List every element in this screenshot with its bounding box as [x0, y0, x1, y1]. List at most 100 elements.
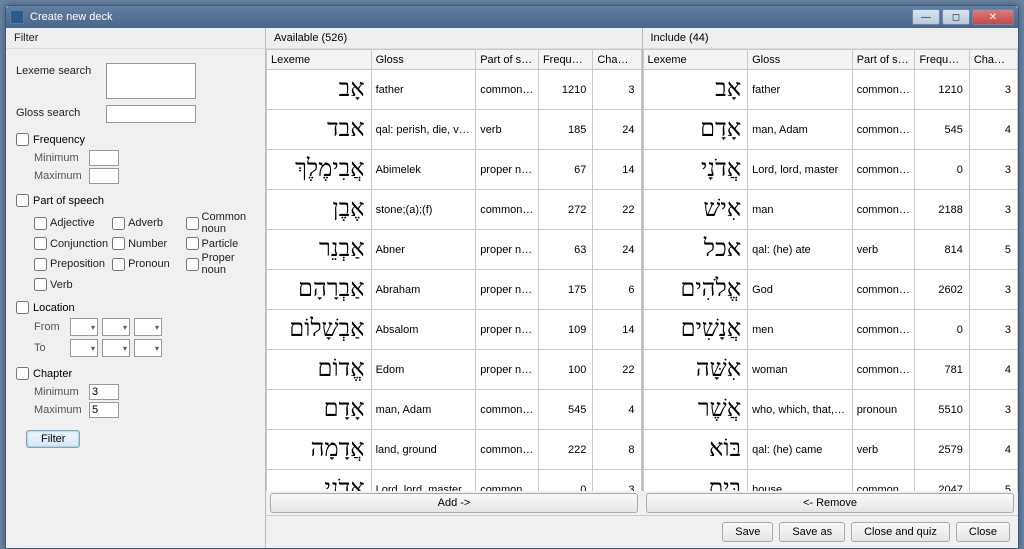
chapter-checkbox[interactable]	[16, 367, 29, 380]
cell-chapter: 3	[969, 310, 1017, 350]
cell-chapter: 3	[969, 390, 1017, 430]
save-button[interactable]: Save	[722, 522, 773, 542]
cell-pos: common noun	[852, 70, 915, 110]
table-row[interactable]: אִישׁmancommon noun21883	[643, 190, 1018, 230]
table-row[interactable]: אֲדֹנָיLord, lord, mastercommon no...03	[267, 470, 642, 492]
close-window-button[interactable]: ✕	[972, 9, 1014, 25]
column-header[interactable]: Gloss	[371, 50, 476, 70]
table-row[interactable]: אֱלֹהִיםGodcommon noun26023	[643, 270, 1018, 310]
column-header[interactable]: Part of sp...	[852, 50, 915, 70]
cell-lexeme: אַבְשָׁלוֹם	[267, 310, 372, 350]
column-header[interactable]: Lexeme	[643, 50, 748, 70]
app-icon	[10, 10, 24, 24]
chapter-max-input[interactable]	[89, 402, 119, 418]
cell-pos: verb	[852, 430, 915, 470]
loc-from-book[interactable]	[70, 318, 98, 336]
column-header[interactable]: Frequency	[538, 50, 592, 70]
column-header[interactable]: Frequency	[915, 50, 969, 70]
column-header[interactable]: Chapter	[593, 50, 641, 70]
cell-frequency: 545	[915, 110, 969, 150]
cell-frequency: 2602	[915, 270, 969, 310]
cell-gloss: land, ground	[371, 430, 476, 470]
pos-checkbox[interactable]	[16, 194, 29, 207]
loc-from-v[interactable]	[134, 318, 162, 336]
filter-button[interactable]: Filter	[26, 430, 80, 448]
table-row[interactable]: אִשָּׁהwomancommon noun7814	[643, 350, 1018, 390]
table-row[interactable]: אֲשֶׁרwho, which, that, that ...pronoun5…	[643, 390, 1018, 430]
cell-lexeme: אֲדָמָה	[267, 430, 372, 470]
cell-pos: common noun	[852, 350, 915, 390]
pos-option-adverb[interactable]: Adverb	[112, 211, 181, 235]
cell-gloss: man	[748, 190, 853, 230]
column-header[interactable]: Chapter	[969, 50, 1017, 70]
table-row[interactable]: אֲבִימֶלֶךְAbimelekproper noun6714	[267, 150, 642, 190]
available-grid[interactable]: LexemeGlossPart of sp...FrequencyChapter…	[266, 49, 642, 491]
frequency-checkbox[interactable]	[16, 133, 29, 146]
pos-option-common-noun[interactable]: Common noun	[186, 211, 255, 235]
cell-frequency: 175	[538, 270, 592, 310]
close-button[interactable]: Close	[956, 522, 1010, 542]
freq-max-input[interactable]	[89, 168, 119, 184]
table-row[interactable]: אָבfathercommon noun12103	[643, 70, 1018, 110]
loc-to-v[interactable]	[134, 339, 162, 357]
table-row[interactable]: אָבfathercommon noun12103	[267, 70, 642, 110]
table-row[interactable]: אַבְרָהָםAbrahamproper noun1756	[267, 270, 642, 310]
table-row[interactable]: אַבְנֵרAbnerproper noun6324	[267, 230, 642, 270]
table-row[interactable]: אֲדָמָהland, groundcommon noun2228	[267, 430, 642, 470]
cell-gloss: God	[748, 270, 853, 310]
cell-pos: common no...	[476, 470, 539, 492]
table-row[interactable]: אֲדֹנָיLord, lord, mastercommon no...03	[643, 150, 1018, 190]
remove-button[interactable]: <- Remove	[646, 493, 1014, 513]
maximize-button[interactable]: ◻	[942, 9, 970, 25]
table-row[interactable]: אכלqal: (he) ateverb8145	[643, 230, 1018, 270]
pos-option-preposition[interactable]: Preposition	[34, 252, 108, 276]
pos-option-number[interactable]: Number	[112, 237, 181, 250]
cell-gloss: who, which, that, that ...	[748, 390, 853, 430]
add-button[interactable]: Add ->	[270, 493, 638, 513]
location-checkbox[interactable]	[16, 301, 29, 314]
gloss-search-input[interactable]	[106, 105, 196, 123]
cell-chapter: 4	[969, 110, 1017, 150]
cell-frequency: 100	[538, 350, 592, 390]
table-row[interactable]: אֲנָשִׁיםmencommon noun03	[643, 310, 1018, 350]
save-as-button[interactable]: Save as	[779, 522, 845, 542]
loc-to-ch[interactable]	[102, 339, 130, 357]
cell-pos: common noun	[852, 190, 915, 230]
cell-frequency: 0	[915, 310, 969, 350]
column-header[interactable]: Gloss	[748, 50, 853, 70]
cell-gloss: man, Adam	[748, 110, 853, 150]
pos-option-particle[interactable]: Particle	[186, 237, 255, 250]
column-header[interactable]: Part of sp...	[476, 50, 539, 70]
close-and-quiz-button[interactable]: Close and quiz	[851, 522, 950, 542]
table-row[interactable]: בּוֹאqal: (he) cameverb25794	[643, 430, 1018, 470]
cell-pos: verb	[476, 110, 539, 150]
freq-min-input[interactable]	[89, 150, 119, 166]
pos-option-pronoun[interactable]: Pronoun	[112, 252, 181, 276]
cell-gloss: Lord, lord, master	[748, 150, 853, 190]
table-row[interactable]: אֱדוֹםEdomproper noun10022	[267, 350, 642, 390]
cell-gloss: qal: (he) came	[748, 430, 853, 470]
lexeme-search-input[interactable]	[106, 63, 196, 99]
location-label: Location	[33, 302, 75, 314]
table-row[interactable]: בַּיִתhousecommon noun20475	[643, 470, 1018, 492]
table-row[interactable]: אַבְשָׁלוֹםAbsalomproper noun10914	[267, 310, 642, 350]
pos-option-adjective[interactable]: Adjective	[34, 211, 108, 235]
minimize-button[interactable]: —	[912, 9, 940, 25]
table-row[interactable]: אָדָםman, Adamcommon noun5454	[267, 390, 642, 430]
column-header[interactable]: Lexeme	[267, 50, 372, 70]
cell-lexeme: אֱלֹהִים	[643, 270, 748, 310]
cell-chapter: 6	[593, 270, 641, 310]
loc-to-book[interactable]	[70, 339, 98, 357]
table-row[interactable]: אבדqal: perish, die, vanish;;...verb1852…	[267, 110, 642, 150]
pos-option-conjunction[interactable]: Conjunction	[34, 237, 108, 250]
loc-from-ch[interactable]	[102, 318, 130, 336]
table-row[interactable]: אֶבֶןstone;(a);(f)common noun27222	[267, 190, 642, 230]
pos-option-verb[interactable]: Verb	[34, 278, 108, 291]
chapter-min-input[interactable]	[89, 384, 119, 400]
cell-pos: proper noun	[476, 350, 539, 390]
cell-frequency: 2047	[915, 470, 969, 492]
table-row[interactable]: אָדָםman, Adamcommon noun5454	[643, 110, 1018, 150]
pos-option-proper-noun[interactable]: Proper noun	[186, 252, 255, 276]
include-grid[interactable]: LexemeGlossPart of sp...FrequencyChapter…	[643, 49, 1019, 491]
cell-lexeme: אִשָּׁה	[643, 350, 748, 390]
